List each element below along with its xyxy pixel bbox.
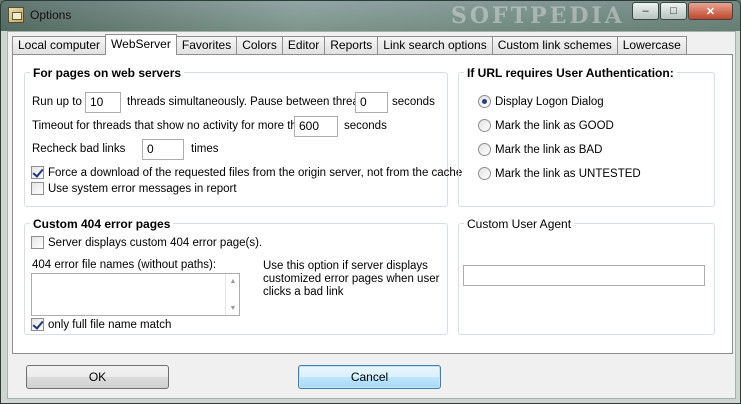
force-download-checkbox[interactable]: Force a download of the requested files …: [31, 166, 462, 179]
pause-seconds-label: seconds: [392, 96, 435, 108]
auth-option-bad[interactable]: Mark the link as BAD: [478, 143, 602, 156]
full-match-check[interactable]: [31, 318, 44, 331]
custom-404-group: Custom 404 error pages Server displays c…: [24, 217, 448, 335]
timeout-seconds-label: seconds: [344, 120, 387, 132]
options-window: Options SOFTPEDIA – □ ✕ Local computer W…: [0, 0, 741, 404]
server-displays-check[interactable]: [31, 236, 44, 249]
tab-editor[interactable]: Editor: [281, 36, 326, 54]
radio-logon-dialog[interactable]: [478, 95, 491, 108]
tab-colors[interactable]: Colors: [236, 36, 283, 54]
system-errors-checkbox[interactable]: Use system error messages in report: [31, 182, 237, 195]
run-up-to-label: Run up to: [32, 96, 82, 108]
auth-option-untested[interactable]: Mark the link as UNTESTED: [478, 167, 641, 180]
user-agent-group-title: Custom User Agent: [464, 217, 575, 231]
minimize-button[interactable]: –: [632, 2, 659, 20]
tab-favorites[interactable]: Favorites: [175, 36, 238, 54]
force-download-check[interactable]: [31, 166, 44, 179]
auth-option-label: Display Logon Dialog: [495, 95, 604, 108]
tab-reports[interactable]: Reports: [324, 36, 379, 54]
full-match-label: only full file name match: [48, 318, 172, 331]
close-button[interactable]: ✕: [688, 2, 733, 20]
tab-local-computer[interactable]: Local computer: [12, 36, 107, 54]
file-names-scrollbar[interactable]: ▲ ▼: [225, 274, 239, 315]
dialog-body: Local computer WebServer Favorites Color…: [7, 31, 736, 399]
window-title: Options: [30, 8, 72, 22]
tab-lowercase[interactable]: Lowercase: [616, 36, 687, 54]
auth-group-title: If URL requires User Authentication:: [464, 66, 677, 80]
tab-webserver[interactable]: WebServer: [105, 34, 177, 55]
scroll-up-icon[interactable]: ▲: [226, 274, 240, 288]
server-displays-checkbox[interactable]: Server displays custom 404 error page(s)…: [31, 236, 262, 249]
tab-strip: Local computer WebServer Favorites Color…: [12, 34, 687, 55]
timeout-label: Timeout for threads that show no activit…: [32, 120, 310, 132]
watermark: SOFTPEDIA: [451, 3, 625, 29]
tab-custom-link-schemes[interactable]: Custom link schemes: [491, 36, 618, 54]
webserver-tab-page: For pages on web servers Run up to 10 th…: [12, 54, 733, 354]
auth-option-logon-dialog[interactable]: Display Logon Dialog: [478, 95, 604, 108]
web-servers-group-title: For pages on web servers: [30, 66, 185, 80]
system-errors-check[interactable]: [31, 182, 44, 195]
pause-input[interactable]: 0: [355, 92, 388, 113]
ok-button[interactable]: OK: [26, 365, 169, 389]
system-errors-label: Use system error messages in report: [48, 182, 237, 195]
scroll-down-icon[interactable]: ▼: [226, 301, 240, 315]
file-names-textarea[interactable]: ▲ ▼: [31, 273, 240, 316]
auth-option-label: Mark the link as UNTESTED: [495, 167, 641, 180]
custom-404-hint: Use this option if server displays custo…: [263, 260, 440, 298]
threads-label: threads simultaneously. Pause between th…: [127, 96, 371, 108]
auth-option-good[interactable]: Mark the link as GOOD: [478, 119, 614, 132]
server-displays-label: Server displays custom 404 error page(s)…: [48, 236, 263, 249]
tab-link-search-options[interactable]: Link search options: [377, 36, 493, 54]
force-download-label: Force a download of the requested files …: [48, 166, 463, 179]
app-icon: [8, 7, 24, 23]
timeout-input[interactable]: 600: [294, 116, 338, 137]
user-agent-input[interactable]: [463, 265, 705, 286]
title-bar[interactable]: Options SOFTPEDIA – □ ✕: [1, 1, 740, 31]
radio-bad[interactable]: [478, 143, 491, 156]
auth-group: If URL requires User Authentication: Dis…: [458, 66, 715, 207]
times-label: times: [191, 143, 219, 155]
radio-untested[interactable]: [478, 167, 491, 180]
web-servers-group: For pages on web servers Run up to 10 th…: [24, 66, 462, 207]
cancel-button[interactable]: Cancel: [298, 365, 441, 389]
auth-option-label: Mark the link as BAD: [495, 143, 603, 156]
threads-input[interactable]: 10: [85, 92, 121, 113]
user-agent-group: Custom User Agent: [458, 217, 715, 335]
custom-404-group-title: Custom 404 error pages: [30, 217, 174, 231]
auth-option-label: Mark the link as GOOD: [495, 119, 614, 132]
maximize-button[interactable]: □: [660, 2, 687, 20]
full-match-checkbox[interactable]: only full file name match: [31, 318, 171, 331]
radio-good[interactable]: [478, 119, 491, 132]
recheck-input[interactable]: 0: [142, 139, 184, 160]
file-names-label: 404 error file names (without paths):: [32, 259, 217, 271]
recheck-label: Recheck bad links: [32, 143, 126, 155]
